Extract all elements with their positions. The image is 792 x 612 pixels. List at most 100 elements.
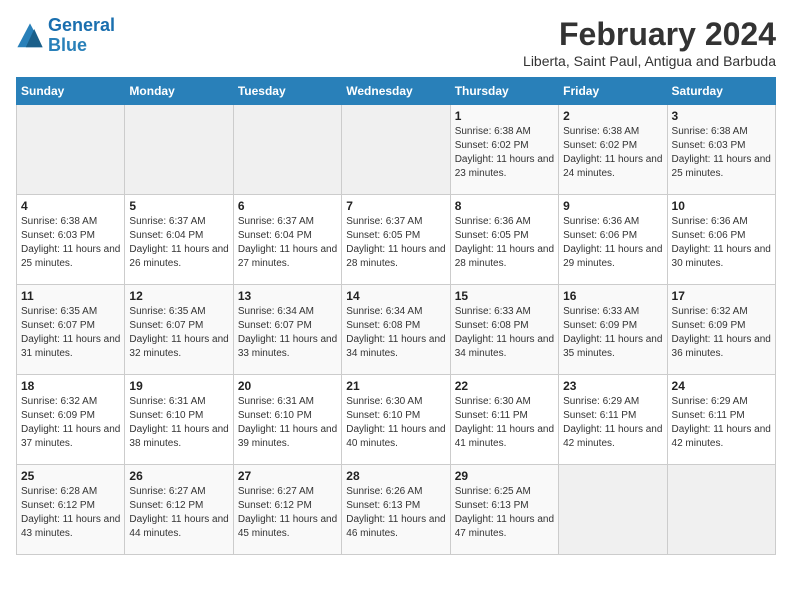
- day-number: 15: [455, 289, 554, 303]
- day-number: 4: [21, 199, 120, 213]
- day-number: 29: [455, 469, 554, 483]
- day-number: 14: [346, 289, 445, 303]
- day-number: 12: [129, 289, 228, 303]
- day-info: Sunrise: 6:30 AM Sunset: 6:11 PM Dayligh…: [455, 395, 554, 451]
- day-info: Sunrise: 6:36 AM Sunset: 6:05 PM Dayligh…: [455, 215, 554, 271]
- page-header: General Blue February 2024 Liberta, Sain…: [16, 16, 776, 69]
- calendar-cell: [559, 465, 667, 555]
- day-info: Sunrise: 6:38 AM Sunset: 6:02 PM Dayligh…: [455, 125, 554, 181]
- day-info: Sunrise: 6:25 AM Sunset: 6:13 PM Dayligh…: [455, 485, 554, 541]
- weekday-header-wednesday: Wednesday: [342, 78, 450, 105]
- calendar-cell: 13 Sunrise: 6:34 AM Sunset: 6:07 PM Dayli…: [233, 285, 341, 375]
- calendar-cell: 12 Sunrise: 6:35 AM Sunset: 6:07 PM Dayli…: [125, 285, 233, 375]
- day-number: 20: [238, 379, 337, 393]
- logo: General Blue: [16, 16, 115, 56]
- day-info: Sunrise: 6:29 AM Sunset: 6:11 PM Dayligh…: [672, 395, 771, 451]
- calendar-cell: 20 Sunrise: 6:31 AM Sunset: 6:10 PM Dayli…: [233, 375, 341, 465]
- calendar-cell: 5 Sunrise: 6:37 AM Sunset: 6:04 PM Daylig…: [125, 195, 233, 285]
- calendar-cell: 14 Sunrise: 6:34 AM Sunset: 6:08 PM Dayli…: [342, 285, 450, 375]
- calendar-table: SundayMondayTuesdayWednesdayThursdayFrid…: [16, 77, 776, 555]
- calendar-week-3: 11 Sunrise: 6:35 AM Sunset: 6:07 PM Dayli…: [17, 285, 776, 375]
- calendar-cell: 17 Sunrise: 6:32 AM Sunset: 6:09 PM Dayli…: [667, 285, 775, 375]
- calendar-cell: [125, 105, 233, 195]
- day-info: Sunrise: 6:37 AM Sunset: 6:05 PM Dayligh…: [346, 215, 445, 271]
- calendar-cell: 3Sunrise: 6:38 AM Sunset: 6:03 PM Daylig…: [667, 105, 775, 195]
- day-info: Sunrise: 6:38 AM Sunset: 6:03 PM Dayligh…: [672, 125, 771, 181]
- calendar-cell: 4 Sunrise: 6:38 AM Sunset: 6:03 PM Daylig…: [17, 195, 125, 285]
- day-number: 23: [563, 379, 662, 393]
- day-info: Sunrise: 6:32 AM Sunset: 6:09 PM Dayligh…: [672, 305, 771, 361]
- day-info: Sunrise: 6:35 AM Sunset: 6:07 PM Dayligh…: [21, 305, 120, 361]
- calendar-cell: [667, 465, 775, 555]
- calendar-cell: 16 Sunrise: 6:33 AM Sunset: 6:09 PM Dayli…: [559, 285, 667, 375]
- day-info: Sunrise: 6:33 AM Sunset: 6:09 PM Dayligh…: [563, 305, 662, 361]
- calendar-cell: 18 Sunrise: 6:32 AM Sunset: 6:09 PM Dayli…: [17, 375, 125, 465]
- calendar-cell: [342, 105, 450, 195]
- day-info: Sunrise: 6:30 AM Sunset: 6:10 PM Dayligh…: [346, 395, 445, 451]
- day-info: Sunrise: 6:27 AM Sunset: 6:12 PM Dayligh…: [238, 485, 337, 541]
- weekday-header-thursday: Thursday: [450, 78, 558, 105]
- calendar-cell: 7 Sunrise: 6:37 AM Sunset: 6:05 PM Daylig…: [342, 195, 450, 285]
- day-info: Sunrise: 6:32 AM Sunset: 6:09 PM Dayligh…: [21, 395, 120, 451]
- day-number: 10: [672, 199, 771, 213]
- day-info: Sunrise: 6:31 AM Sunset: 6:10 PM Dayligh…: [238, 395, 337, 451]
- calendar-cell: 8 Sunrise: 6:36 AM Sunset: 6:05 PM Daylig…: [450, 195, 558, 285]
- day-info: Sunrise: 6:31 AM Sunset: 6:10 PM Dayligh…: [129, 395, 228, 451]
- calendar-cell: 23 Sunrise: 6:29 AM Sunset: 6:11 PM Dayli…: [559, 375, 667, 465]
- day-number: 28: [346, 469, 445, 483]
- day-number: 22: [455, 379, 554, 393]
- day-number: 25: [21, 469, 120, 483]
- weekday-header-sunday: Sunday: [17, 78, 125, 105]
- day-number: 1: [455, 109, 554, 123]
- day-info: Sunrise: 6:26 AM Sunset: 6:13 PM Dayligh…: [346, 485, 445, 541]
- calendar-cell: 10 Sunrise: 6:36 AM Sunset: 6:06 PM Dayli…: [667, 195, 775, 285]
- calendar-cell: 1 Sunrise: 6:38 AM Sunset: 6:02 PM Daylig…: [450, 105, 558, 195]
- calendar-cell: 25Sunrise: 6:28 AM Sunset: 6:12 PM Dayli…: [17, 465, 125, 555]
- calendar-cell: 11 Sunrise: 6:35 AM Sunset: 6:07 PM Dayli…: [17, 285, 125, 375]
- day-info: Sunrise: 6:34 AM Sunset: 6:07 PM Dayligh…: [238, 305, 337, 361]
- day-number: 17: [672, 289, 771, 303]
- calendar-week-4: 18 Sunrise: 6:32 AM Sunset: 6:09 PM Dayli…: [17, 375, 776, 465]
- day-info: Sunrise: 6:36 AM Sunset: 6:06 PM Dayligh…: [672, 215, 771, 271]
- calendar-cell: 27 Sunrise: 6:27 AM Sunset: 6:12 PM Dayli…: [233, 465, 341, 555]
- day-info: Sunrise: 6:38 AM Sunset: 6:02 PM Dayligh…: [563, 125, 662, 181]
- day-info: Sunrise: 6:38 AM Sunset: 6:03 PM Dayligh…: [21, 215, 120, 271]
- day-info: Sunrise: 6:34 AM Sunset: 6:08 PM Dayligh…: [346, 305, 445, 361]
- day-number: 24: [672, 379, 771, 393]
- day-number: 6: [238, 199, 337, 213]
- calendar-cell: [233, 105, 341, 195]
- calendar-cell: 6Sunrise: 6:37 AM Sunset: 6:04 PM Daylig…: [233, 195, 341, 285]
- calendar-cell: 15 Sunrise: 6:33 AM Sunset: 6:08 PM Dayli…: [450, 285, 558, 375]
- day-number: 18: [21, 379, 120, 393]
- day-number: 21: [346, 379, 445, 393]
- calendar-cell: [17, 105, 125, 195]
- day-info: Sunrise: 6:37 AM Sunset: 6:04 PM Dayligh…: [129, 215, 228, 271]
- day-info: Sunrise: 6:35 AM Sunset: 6:07 PM Dayligh…: [129, 305, 228, 361]
- day-number: 27: [238, 469, 337, 483]
- day-number: 13: [238, 289, 337, 303]
- calendar-cell: 26Sunrise: 6:27 AM Sunset: 6:12 PM Dayli…: [125, 465, 233, 555]
- calendar-week-1: 1 Sunrise: 6:38 AM Sunset: 6:02 PM Daylig…: [17, 105, 776, 195]
- day-number: 19: [129, 379, 228, 393]
- day-number: 11: [21, 289, 120, 303]
- day-info: Sunrise: 6:29 AM Sunset: 6:11 PM Dayligh…: [563, 395, 662, 451]
- weekday-header-monday: Monday: [125, 78, 233, 105]
- day-number: 16: [563, 289, 662, 303]
- day-number: 8: [455, 199, 554, 213]
- calendar-cell: 29 Sunrise: 6:25 AM Sunset: 6:13 PM Dayli…: [450, 465, 558, 555]
- day-number: 5: [129, 199, 228, 213]
- day-info: Sunrise: 6:33 AM Sunset: 6:08 PM Dayligh…: [455, 305, 554, 361]
- day-info: Sunrise: 6:27 AM Sunset: 6:12 PM Dayligh…: [129, 485, 228, 541]
- calendar-cell: 2Sunrise: 6:38 AM Sunset: 6:02 PM Daylig…: [559, 105, 667, 195]
- day-info: Sunrise: 6:36 AM Sunset: 6:06 PM Dayligh…: [563, 215, 662, 271]
- day-number: 9: [563, 199, 662, 213]
- calendar-cell: 24 Sunrise: 6:29 AM Sunset: 6:11 PM Dayli…: [667, 375, 775, 465]
- calendar-cell: 22 Sunrise: 6:30 AM Sunset: 6:11 PM Dayli…: [450, 375, 558, 465]
- calendar-week-5: 25Sunrise: 6:28 AM Sunset: 6:12 PM Dayli…: [17, 465, 776, 555]
- logo-icon: [16, 22, 44, 50]
- day-number: 7: [346, 199, 445, 213]
- calendar-week-2: 4 Sunrise: 6:38 AM Sunset: 6:03 PM Daylig…: [17, 195, 776, 285]
- calendar-cell: 19 Sunrise: 6:31 AM Sunset: 6:10 PM Dayli…: [125, 375, 233, 465]
- weekday-header-friday: Friday: [559, 78, 667, 105]
- weekday-header-saturday: Saturday: [667, 78, 775, 105]
